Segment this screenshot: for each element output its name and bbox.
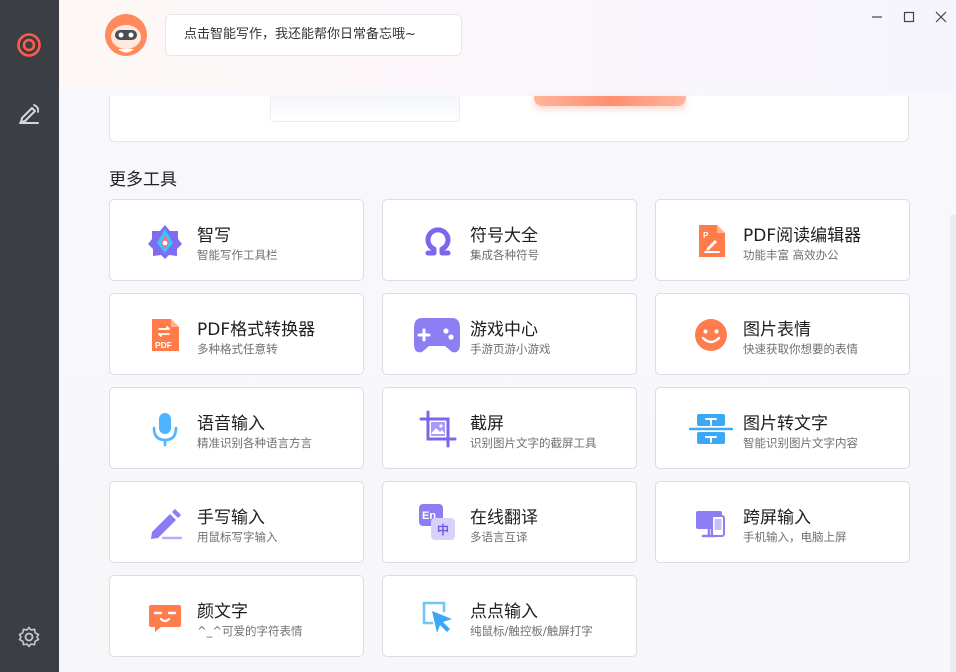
screenshot-icon bbox=[417, 408, 459, 450]
tool-description: 用鼠标写字输入 bbox=[197, 530, 278, 544]
tool-card-click-input[interactable]: 点点输入 纯鼠标/触控板/触屏打字 bbox=[382, 575, 637, 657]
tool-title: 语音输入 bbox=[197, 414, 265, 434]
kaomoji-icon bbox=[144, 596, 186, 638]
tool-description: ^_^可爱的字符表情 bbox=[197, 624, 303, 638]
tool-description: 识别图片文字的截屏工具 bbox=[470, 436, 597, 450]
tool-title: 点点输入 bbox=[470, 602, 538, 622]
settings-gear-icon[interactable] bbox=[12, 620, 46, 654]
tool-title: 图片转文字 bbox=[743, 414, 828, 434]
tool-description: 多种格式任意转 bbox=[197, 342, 278, 356]
sidebar bbox=[0, 0, 59, 672]
pdf-convert-icon: PDF bbox=[144, 314, 186, 356]
svg-text:PDF: PDF bbox=[155, 340, 172, 350]
tool-card-kaomoji[interactable]: 颜文字 ^_^可爱的字符表情 bbox=[109, 575, 364, 657]
tool-card-cross-screen[interactable]: 跨屏输入 手机输入，电脑上屏 bbox=[655, 481, 910, 563]
tool-card-smart-write[interactable]: 智写 智能写作工具栏 bbox=[109, 199, 364, 281]
smiley-icon bbox=[690, 314, 732, 356]
tool-card-image-emoji[interactable]: 图片表情 快速获取你想要的表情 bbox=[655, 293, 910, 375]
tool-card-pdf-reader[interactable]: P PDF阅读编辑器 功能丰富 高效办公 bbox=[655, 199, 910, 281]
tool-description: 手机输入，电脑上屏 bbox=[743, 530, 847, 544]
tool-title: 截屏 bbox=[470, 414, 504, 434]
gamepad-icon bbox=[411, 314, 463, 356]
close-button[interactable] bbox=[929, 6, 953, 28]
tool-title: 颜文字 bbox=[197, 602, 248, 622]
tool-description: 精准识别各种语言方言 bbox=[197, 436, 312, 450]
main-panel: 点击智能写作，我还能帮你日常备忘哦~ 更多工具 智写 智能写作工具栏 符号大全 … bbox=[59, 0, 956, 672]
tool-description: 纯鼠标/触控板/触屏打字 bbox=[470, 624, 593, 638]
tool-title: 在线翻译 bbox=[470, 508, 538, 528]
mascot-avatar-icon[interactable] bbox=[103, 12, 149, 58]
cross-screen-icon bbox=[690, 502, 732, 544]
assistant-speech-bubble: 点击智能写作，我还能帮你日常备忘哦~ bbox=[165, 14, 462, 56]
smart-write-icon bbox=[144, 220, 186, 262]
tool-description: 智能识别图片文字内容 bbox=[743, 436, 858, 450]
tool-description: 集成各种符号 bbox=[470, 248, 539, 262]
image-to-text-icon bbox=[686, 408, 736, 450]
pdf-edit-icon: P bbox=[690, 220, 732, 262]
tool-title: 符号大全 bbox=[470, 226, 538, 246]
tool-card-symbols[interactable]: 符号大全 集成各种符号 bbox=[382, 199, 637, 281]
tool-title: 图片表情 bbox=[743, 320, 811, 340]
section-title: 更多工具 bbox=[109, 170, 177, 190]
cursor-click-icon bbox=[417, 596, 459, 638]
featured-banner[interactable] bbox=[109, 96, 909, 142]
microphone-icon bbox=[144, 408, 186, 450]
tool-card-game-center[interactable]: 游戏中心 手游页游小游戏 bbox=[382, 293, 637, 375]
translate-icon: En 中 bbox=[417, 502, 459, 544]
tool-title: 游戏中心 bbox=[470, 320, 538, 340]
tool-title: 智写 bbox=[197, 226, 231, 246]
tool-title: PDF格式转换器 bbox=[197, 320, 316, 340]
tool-title: PDF阅读编辑器 bbox=[743, 226, 862, 246]
tool-card-image-to-text[interactable]: 图片转文字 智能识别图片文字内容 bbox=[655, 387, 910, 469]
banner-preview-card bbox=[270, 96, 460, 122]
tool-card-handwriting[interactable]: 手写输入 用鼠标写字输入 bbox=[109, 481, 364, 563]
tool-description: 手游页游小游戏 bbox=[470, 342, 551, 356]
tool-description: 功能丰富 高效办公 bbox=[743, 248, 839, 262]
home-logo-icon[interactable] bbox=[12, 28, 46, 62]
svg-text:中: 中 bbox=[437, 522, 449, 537]
tool-title: 手写输入 bbox=[197, 508, 265, 528]
tool-card-voice-input[interactable]: 语音输入 精准识别各种语言方言 bbox=[109, 387, 364, 469]
scrollbar[interactable] bbox=[950, 215, 956, 672]
maximize-button[interactable] bbox=[897, 6, 921, 28]
banner-highlight-bar bbox=[534, 96, 686, 106]
smart-write-nav-icon[interactable] bbox=[12, 97, 46, 131]
svg-text:P: P bbox=[703, 231, 709, 240]
minimize-button[interactable] bbox=[865, 6, 889, 28]
tool-title: 跨屏输入 bbox=[743, 508, 811, 528]
tool-card-screenshot[interactable]: 截屏 识别图片文字的截屏工具 bbox=[382, 387, 637, 469]
pen-icon bbox=[144, 502, 186, 544]
tool-description: 多语言互译 bbox=[470, 530, 528, 544]
tool-description: 快速获取你想要的表情 bbox=[743, 342, 858, 356]
omega-symbol-icon bbox=[417, 220, 459, 262]
tool-card-pdf-converter[interactable]: PDF PDF格式转换器 多种格式任意转 bbox=[109, 293, 364, 375]
tool-card-translate[interactable]: En 中 在线翻译 多语言互译 bbox=[382, 481, 637, 563]
tool-description: 智能写作工具栏 bbox=[197, 248, 278, 262]
